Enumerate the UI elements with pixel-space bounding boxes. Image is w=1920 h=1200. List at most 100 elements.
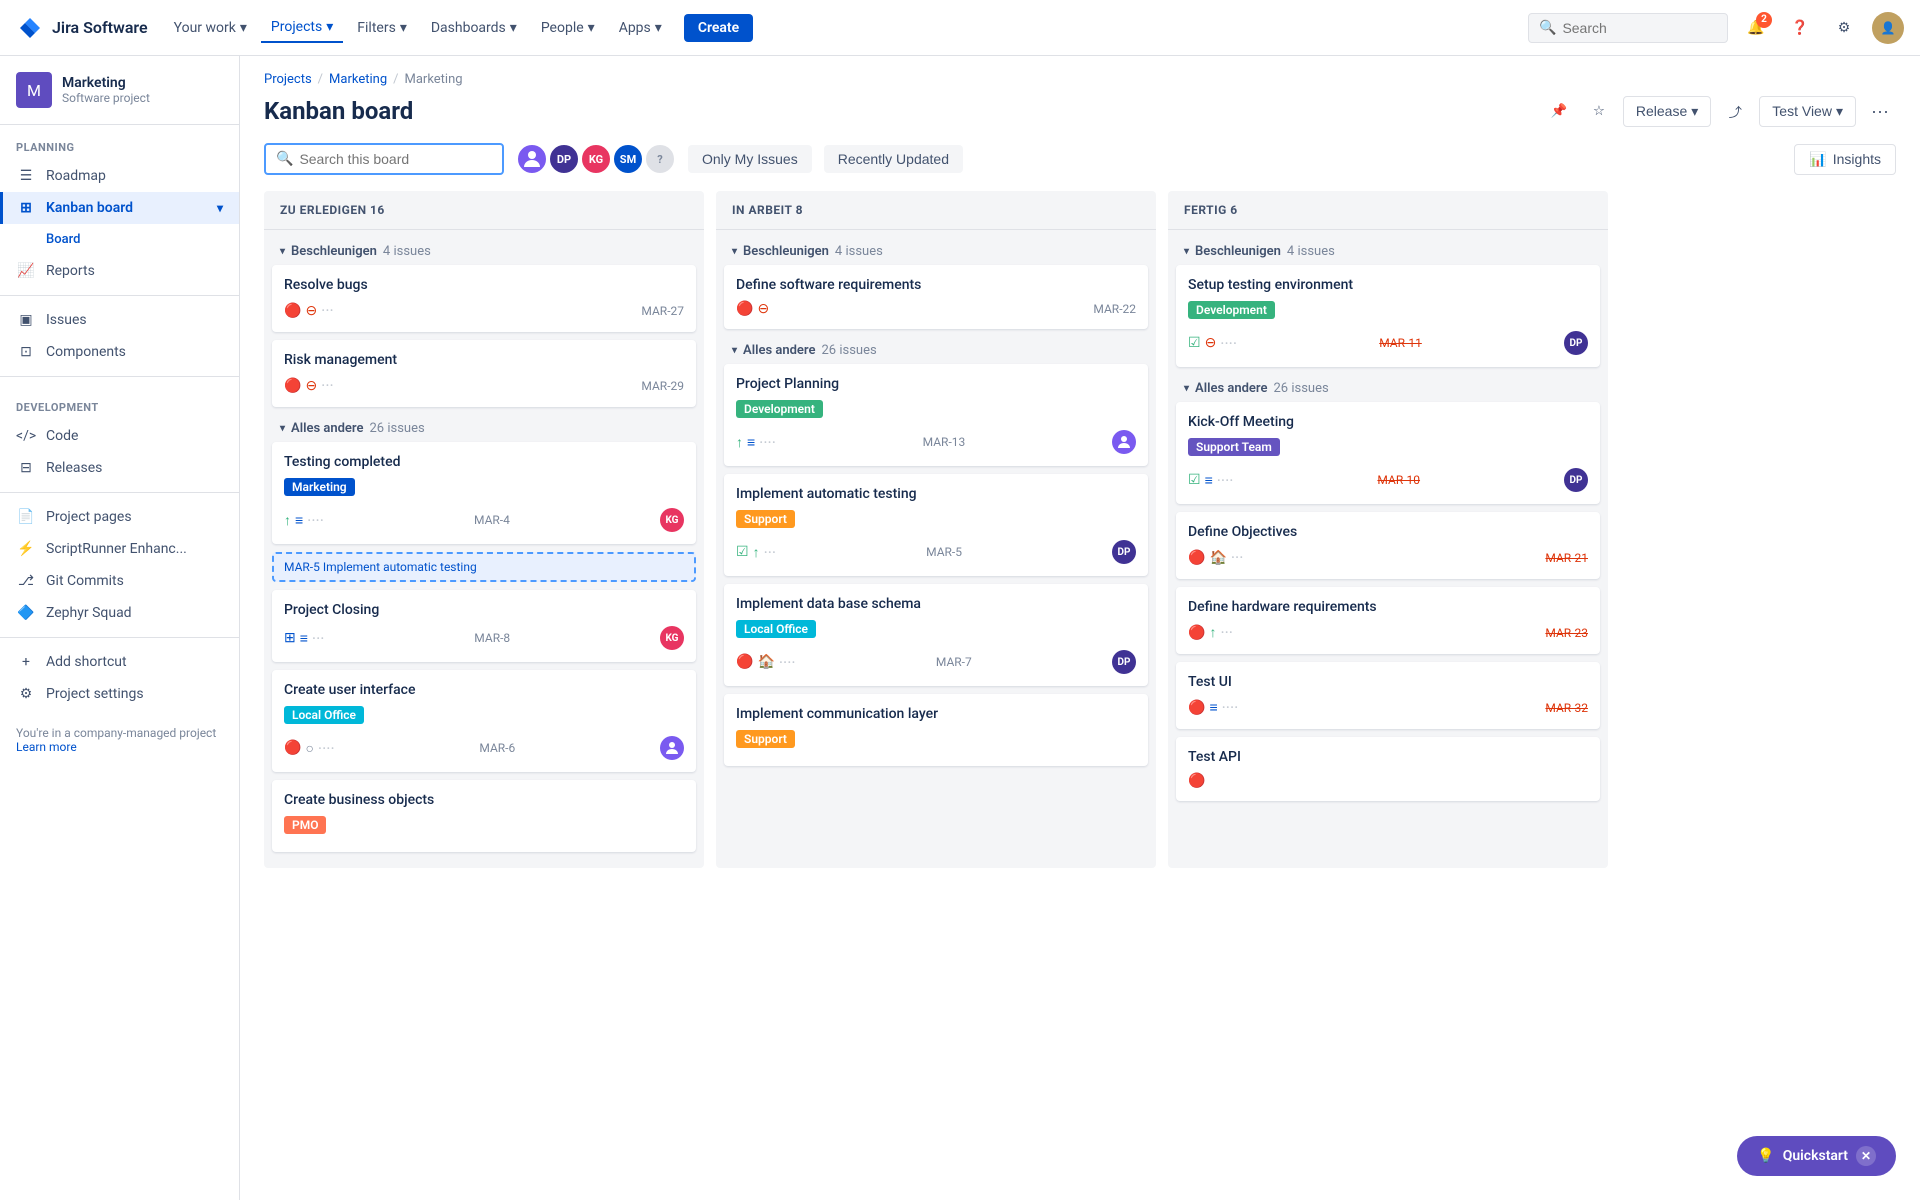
nav-dashboards[interactable]: Dashboards	[421, 14, 527, 42]
notifications-button[interactable]: 🔔 2	[1740, 12, 1772, 44]
insights-button[interactable]: 📊 Insights	[1794, 144, 1896, 175]
sidebar-item-label: Reports	[46, 263, 95, 279]
dots-icon: ···	[312, 629, 325, 648]
code-icon: </>	[16, 428, 36, 444]
settings-button[interactable]: ⚙	[1828, 12, 1860, 44]
search-input[interactable]	[1562, 20, 1717, 36]
quickstart-close-button[interactable]: ✕	[1856, 1146, 1876, 1166]
chevron-down-icon	[326, 19, 333, 35]
breadcrumb: Projects / Marketing / Marketing	[264, 72, 1896, 87]
sidebar-item-reports[interactable]: 📈 Reports	[0, 255, 239, 287]
only-my-issues-button[interactable]: Only My Issues	[688, 145, 812, 173]
swimlane-header-3[interactable]: ▾ Beschleunigen 4 issues	[724, 238, 1148, 265]
page-title: Kanban board	[264, 97, 413, 125]
sidebar-item-releases[interactable]: ⊟ Releases	[0, 452, 239, 484]
global-search[interactable]: 🔍	[1528, 13, 1728, 43]
nav-apps[interactable]: Apps	[609, 14, 672, 42]
avatar-user-4[interactable]: SM	[612, 143, 644, 175]
sidebar-item-components[interactable]: ⊡ Components	[0, 336, 239, 368]
project-header[interactable]: M Marketing Software project	[0, 56, 239, 125]
create-button[interactable]: Create	[684, 14, 753, 42]
card-testing-completed[interactable]: Testing completed Marketing ↑ ≡ ···· MAR…	[272, 442, 696, 544]
sidebar-item-git-commits[interactable]: ⎇ Git Commits	[0, 565, 239, 597]
sidebar-item-zephyr[interactable]: 🔷 Zephyr Squad	[0, 597, 239, 629]
settings-icon: ⚙	[16, 686, 36, 702]
user-avatar[interactable]: 👤	[1872, 12, 1904, 44]
swimlane-header[interactable]: ▾ Beschleunigen 4 issues	[272, 238, 696, 265]
avatar-user-3[interactable]: KG	[580, 143, 612, 175]
swimlane-beschleunigen: ▾ Beschleunigen 4 issues Resolve bugs 🔴 …	[272, 238, 696, 407]
sidebar-item-code[interactable]: </> Code	[0, 420, 239, 452]
card-label-local-office2: Local Office	[736, 620, 816, 638]
card-label-local-office: Local Office	[284, 706, 364, 724]
card-setup-testing-env[interactable]: Setup testing environment Development ☑ …	[1176, 265, 1600, 367]
sidebar-item-roadmap[interactable]: ☰ Roadmap	[0, 160, 239, 192]
card-define-software-req[interactable]: Define software requirements 🔴 ⊖ MAR-22	[724, 265, 1148, 329]
card-label-dev2: Development	[1188, 301, 1275, 319]
recently-updated-button[interactable]: Recently Updated	[824, 145, 963, 173]
type-icon: ⊞	[284, 630, 296, 646]
dots-icon: ···	[1231, 548, 1244, 567]
avatar-user-2[interactable]: DP	[548, 143, 580, 175]
help-button[interactable]: ❓	[1784, 12, 1816, 44]
swimlane-header-4[interactable]: ▾ Alles andere 26 issues	[724, 337, 1148, 364]
card-risk-management[interactable]: Risk management 🔴 ⊖ ··· MAR-29	[272, 340, 696, 407]
share-button[interactable]: ⤴	[1719, 95, 1751, 127]
page-title-actions: 📌 ☆ Release ⤴ Test View ···	[1543, 95, 1896, 127]
more-button[interactable]: ···	[1864, 95, 1896, 127]
app-logo[interactable]: Jira Software	[16, 14, 148, 42]
swimlane-header-2[interactable]: ▾ Alles andere 26 issues	[272, 415, 696, 442]
sidebar-item-project-settings[interactable]: ⚙ Project settings	[0, 678, 239, 710]
card-implement-auto-testing[interactable]: Implement automatic testing Support ☑ ↑ …	[724, 474, 1148, 576]
quickstart-button[interactable]: 💡 Quickstart ✕	[1737, 1136, 1896, 1176]
sidebar-item-issues[interactable]: ▣ Issues	[0, 304, 239, 336]
card-project-closing[interactable]: Project Closing ⊞ ≡ ··· MAR-8 KG	[272, 590, 696, 662]
star-button[interactable]: ☆	[1583, 95, 1615, 127]
nav-your-work[interactable]: Your work	[164, 14, 257, 42]
collapse-icon: ▾	[280, 423, 285, 434]
kanban-icon: ⊞	[16, 200, 36, 216]
board-search-input[interactable]	[299, 151, 492, 167]
sidebar-item-board[interactable]: Board	[0, 224, 239, 255]
collapse-icon: ▾	[1184, 246, 1189, 257]
avatar-user-1[interactable]	[516, 143, 548, 175]
sidebar-item-label: Project pages	[46, 509, 132, 525]
sidebar-item-project-pages[interactable]: 📄 Project pages	[0, 501, 239, 533]
card-project-planning[interactable]: Project Planning Development ↑ ≡ ···· MA…	[724, 364, 1148, 466]
card-define-objectives[interactable]: Define Objectives 🔴 🏠 ··· MAR-21	[1176, 512, 1600, 579]
card-test-ui[interactable]: Test UI 🔴 ≡ ···· MAR-32	[1176, 662, 1600, 729]
top-nav-right: 🔍 🔔 2 ❓ ⚙ 👤	[1528, 12, 1904, 44]
card-resolve-bugs[interactable]: Resolve bugs 🔴 ⊖ ··· MAR-27	[272, 265, 696, 332]
card-implement-db-schema[interactable]: Implement data base schema Local Office …	[724, 584, 1148, 686]
card-test-api[interactable]: Test API 🔴	[1176, 737, 1600, 801]
column-header-todo: ZU ERLEDIGEN 16	[264, 191, 704, 230]
breadcrumb-marketing[interactable]: Marketing	[329, 72, 387, 87]
learn-more-link[interactable]: Learn more	[16, 740, 77, 754]
pin-button[interactable]: 📌	[1543, 95, 1575, 127]
sidebar-item-scriptrunner[interactable]: ⚡ ScriptRunner Enhanc...	[0, 533, 239, 565]
test-view-button[interactable]: Test View	[1759, 96, 1856, 127]
nav-filters[interactable]: Filters	[347, 14, 417, 42]
release-button[interactable]: Release	[1623, 96, 1711, 127]
nav-people[interactable]: People	[531, 14, 605, 42]
type-icon: 🔴	[1188, 625, 1205, 641]
priority-icon: ≡	[295, 512, 303, 529]
search-icon: 🔍	[1539, 20, 1556, 36]
swimlane-header-5[interactable]: ▾ Beschleunigen 4 issues	[1176, 238, 1600, 265]
dots-icon: ···	[1220, 623, 1233, 642]
nav-projects[interactable]: Projects	[261, 13, 343, 43]
avatar-user-5[interactable]: ?	[644, 143, 676, 175]
card-define-hw-req[interactable]: Define hardware requirements 🔴 ↑ ··· MAR…	[1176, 587, 1600, 654]
breadcrumb-projects[interactable]: Projects	[264, 72, 312, 87]
card-assignee-avatar: DP	[1564, 468, 1588, 492]
type-icon: ☑	[736, 544, 749, 560]
sidebar-item-kanban[interactable]: ⊞ Kanban board ▾	[0, 192, 239, 224]
priority-icon: ⊖	[1205, 335, 1217, 351]
swimlane-header-6[interactable]: ▾ Alles andere 26 issues	[1176, 375, 1600, 402]
card-kickoff-meeting[interactable]: Kick-Off Meeting Support Team ☑ ≡ ···· M…	[1176, 402, 1600, 504]
card-implement-comm-layer[interactable]: Implement communication layer Support	[724, 694, 1148, 766]
card-business-objects[interactable]: Create business objects PMO	[272, 780, 696, 852]
board-search[interactable]: 🔍	[264, 143, 504, 175]
card-create-ui[interactable]: Create user interface Local Office 🔴 ○ ·…	[272, 670, 696, 772]
sidebar-item-add-shortcut[interactable]: + Add shortcut	[0, 646, 239, 678]
